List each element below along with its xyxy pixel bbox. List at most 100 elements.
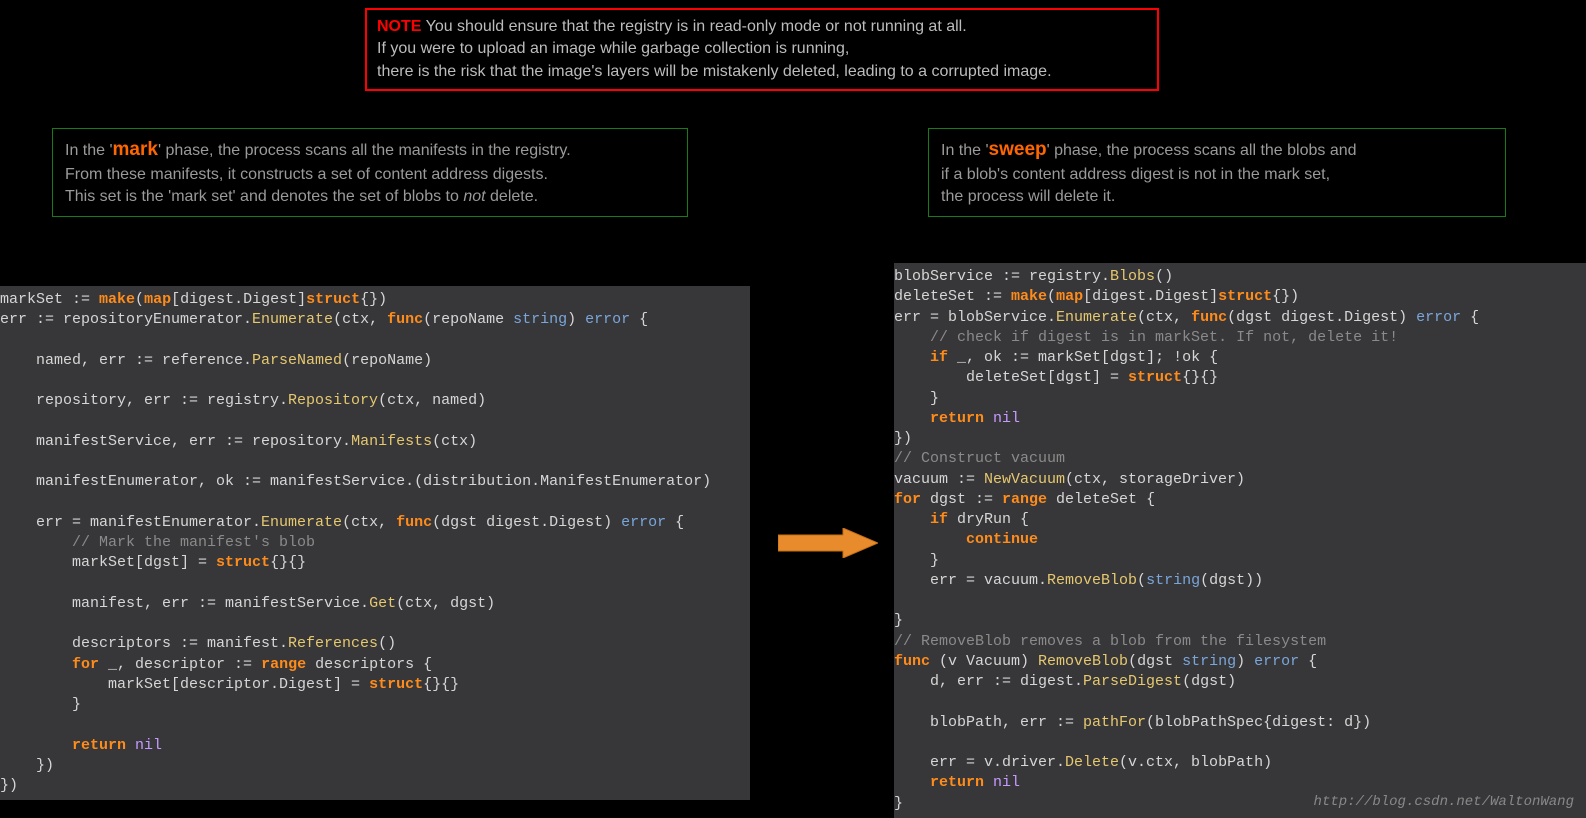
code-token: (dgst digest.Digest): [432, 514, 621, 531]
code-line: }: [894, 611, 1586, 631]
code-token: string: [513, 311, 567, 328]
code-line: markSet := make(map[digest.Digest]struct…: [0, 290, 750, 310]
code-token: [984, 410, 993, 427]
code-token: [894, 531, 966, 548]
code-line: return nil: [894, 773, 1586, 793]
code-line: [894, 591, 1586, 611]
code-token: string: [1182, 653, 1236, 670]
code-token: {}{}: [1182, 369, 1218, 386]
note-box: NOTE You should ensure that the registry…: [365, 8, 1159, 91]
code-token: [894, 511, 930, 528]
code-token: (repoName: [423, 311, 513, 328]
code-token: _, ok := markSet[dgst]; !ok {: [948, 349, 1218, 366]
code-token: (v.ctx, blobPath): [1119, 754, 1272, 771]
code-token: struct: [1218, 288, 1272, 305]
code-line: [0, 715, 750, 735]
code-line: [0, 574, 750, 594]
code-token: }: [894, 612, 903, 629]
sweep-code-block: blobService := registry.Blobs()deleteSet…: [894, 263, 1586, 818]
code-token: (dgst)): [1200, 572, 1263, 589]
code-line: repository, err := registry.Repository(c…: [0, 391, 750, 411]
code-token: for: [72, 656, 99, 673]
code-token: // Mark the manifest's blob: [72, 534, 315, 551]
code-token: [984, 774, 993, 791]
code-token: (ctx, dgst): [396, 595, 495, 612]
code-line: continue: [894, 530, 1586, 550]
code-line: }): [894, 429, 1586, 449]
code-line: for dgst := range deleteSet {: [894, 490, 1586, 510]
mark-not: not: [463, 188, 485, 205]
code-line: deleteSet := make(map[digest.Digest]stru…: [894, 287, 1586, 307]
code-token: return: [930, 410, 984, 427]
code-token: map: [144, 291, 171, 308]
code-token: ParseNamed: [252, 352, 342, 369]
code-token: {}): [360, 291, 387, 308]
code-token: (ctx,: [333, 311, 387, 328]
code-token: (): [378, 635, 396, 652]
code-token: func: [387, 311, 423, 328]
code-token: blobPath, err :=: [894, 714, 1083, 731]
code-token: nil: [993, 410, 1020, 427]
code-line: }: [894, 389, 1586, 409]
code-token: err = blobService.: [894, 309, 1056, 326]
code-line: err = v.driver.Delete(v.ctx, blobPath): [894, 753, 1586, 773]
code-token: [0, 737, 72, 754]
code-token: {: [1461, 309, 1479, 326]
code-line: // Mark the manifest's blob: [0, 533, 750, 553]
code-line: [0, 452, 750, 472]
code-token: func: [894, 653, 930, 670]
code-token: descriptors := manifest.: [0, 635, 288, 652]
code-line: func (v Vacuum) RemoveBlob(dgst string) …: [894, 652, 1586, 672]
code-token: {: [666, 514, 684, 531]
code-token: }: [894, 795, 903, 812]
code-line: }: [894, 551, 1586, 571]
code-line: blobService := registry.Blobs(): [894, 267, 1586, 287]
code-token: deleteSet :=: [894, 288, 1011, 305]
code-token: descriptors {: [306, 656, 432, 673]
code-line: [0, 331, 750, 351]
code-token: err = v.driver.: [894, 754, 1065, 771]
code-token: range: [1002, 491, 1047, 508]
code-token: ParseDigest: [1083, 673, 1182, 690]
code-line: // check if digest is in markSet. If not…: [894, 328, 1586, 348]
code-line: if _, ok := markSet[dgst]; !ok {: [894, 348, 1586, 368]
code-token: Enumerate: [252, 311, 333, 328]
code-token: Delete: [1065, 754, 1119, 771]
code-line: err = manifestEnumerator.Enumerate(ctx, …: [0, 513, 750, 533]
code-token: (: [135, 291, 144, 308]
code-token: for: [894, 491, 921, 508]
code-token: RemoveBlob: [1047, 572, 1137, 589]
code-token: Enumerate: [1056, 309, 1137, 326]
mark-line3b: delete.: [486, 188, 538, 205]
code-token: NewVacuum: [984, 471, 1065, 488]
code-token: err := repositoryEnumerator.: [0, 311, 252, 328]
sweep-line3: the process will delete it.: [941, 188, 1115, 205]
code-token: struct: [1128, 369, 1182, 386]
code-token: RemoveBlob: [1038, 653, 1128, 670]
code-token: (ctx, named): [378, 392, 486, 409]
sweep-phase-box: In the 'sweep' phase, the process scans …: [928, 128, 1506, 217]
code-token: {}): [1272, 288, 1299, 305]
code-token: // RemoveBlob removes a blob from the fi…: [894, 633, 1326, 650]
code-token: error: [1254, 653, 1299, 670]
code-token: manifest, err := manifestService.: [0, 595, 369, 612]
code-token: [894, 774, 930, 791]
code-token: (ctx,: [1137, 309, 1191, 326]
code-token: range: [261, 656, 306, 673]
code-line: deleteSet[dgst] = struct{}{}: [894, 368, 1586, 388]
code-token: }: [0, 696, 81, 713]
mark-line3a: This set is the 'mark set' and denotes t…: [65, 188, 463, 205]
code-token: (dgst: [1128, 653, 1182, 670]
code-token: dryRun {: [948, 511, 1029, 528]
code-line: [0, 614, 750, 634]
code-token: {}{}: [270, 554, 306, 571]
code-token: make: [1011, 288, 1047, 305]
code-token: Repository: [288, 392, 378, 409]
arrow-icon: [778, 528, 878, 558]
code-line: manifestEnumerator, ok := manifestServic…: [0, 472, 750, 492]
code-line: return nil: [894, 409, 1586, 429]
code-token: deleteSet[dgst] =: [894, 369, 1128, 386]
code-line: }): [0, 756, 750, 776]
code-token: (repoName): [342, 352, 432, 369]
code-token: blobService := registry.: [894, 268, 1110, 285]
